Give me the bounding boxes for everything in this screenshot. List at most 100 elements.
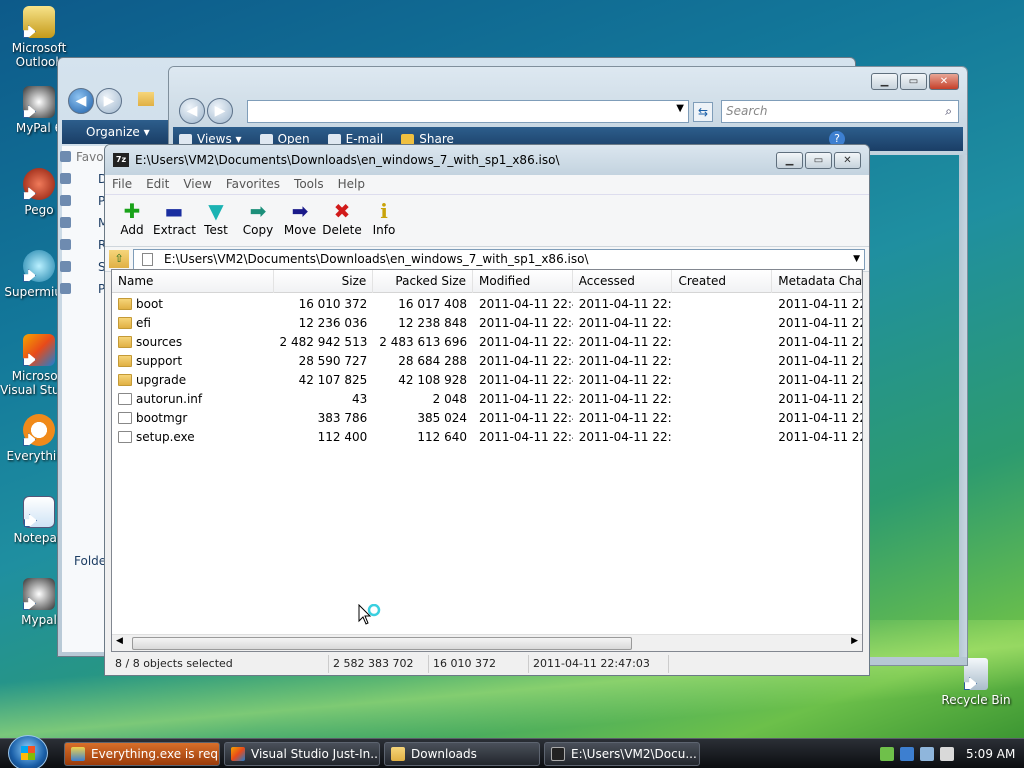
cell-packed: 112 640	[417, 429, 468, 444]
extract-button[interactable]: ▬ Extract	[153, 199, 196, 237]
test-button[interactable]: ▼ Test	[195, 199, 237, 237]
menu-view[interactable]: View	[176, 175, 218, 194]
cell-packed: 12 238 848	[398, 315, 468, 330]
scrollbar-thumb[interactable]	[132, 637, 632, 650]
column-header-size[interactable]: Size	[274, 270, 374, 293]
cell-mod: 2011-04-11 22:47	[479, 353, 573, 368]
chevron-down-icon[interactable]: ▼	[676, 103, 684, 114]
table-row[interactable]: bootmgr 383 786 385 024 2011-04-11 22:47 201…	[112, 408, 862, 427]
cell-name: support	[112, 354, 274, 368]
column-header-accessed[interactable]: Accessed	[573, 270, 673, 293]
visual-studio-icon	[231, 747, 245, 761]
status-selection: 8 / 8 objects selected	[111, 655, 329, 673]
scroll-right-icon[interactable]: ▶	[851, 636, 858, 646]
email-icon	[327, 133, 341, 145]
table-row[interactable]: autorun.inf 43 2 048 2011-04-11 22:47 2011-0…	[112, 389, 862, 408]
cell-acc: 2011-04-11 22:47	[578, 296, 673, 311]
horizontal-scrollbar[interactable]: ◀ ▶	[112, 634, 862, 651]
folder-icon	[391, 747, 405, 761]
organize-menu[interactable]: Organize ▾	[70, 125, 150, 139]
cell-name: bootmgr	[112, 411, 274, 425]
scroll-left-icon[interactable]: ◀	[116, 636, 123, 646]
taskbar-item-downloads[interactable]: Downloads	[384, 742, 540, 766]
cell-size: 2 482 942 513	[279, 334, 368, 349]
delete-button[interactable]: ✖ Delete	[321, 199, 363, 237]
cell-name: autorun.inf	[112, 392, 274, 406]
desktop-icon-label: Pego	[24, 203, 54, 217]
table-row[interactable]: boot 16 010 372 16 017 408 2011-04-11 22:47…	[112, 294, 862, 313]
forward-button[interactable]: ▶	[207, 98, 233, 124]
notepad-icon	[23, 496, 55, 528]
column-header-name[interactable]: Name	[112, 270, 274, 293]
close-button[interactable]: ✕	[834, 152, 861, 169]
cell-size: 16 010 372	[298, 296, 368, 311]
cell-meta: 2011-04-11 22:4	[778, 372, 862, 387]
menu-edit[interactable]: Edit	[139, 175, 176, 194]
start-button[interactable]	[8, 735, 48, 768]
forward-button[interactable]: ▶	[96, 88, 122, 114]
column-header-packed-size[interactable]: Packed Size	[373, 270, 474, 293]
menu-help[interactable]: Help	[331, 175, 372, 194]
cell-meta: 2011-04-11 22:4	[778, 334, 862, 349]
security-icon[interactable]	[900, 747, 914, 761]
cell-acc: 2011-04-11 22:47	[578, 410, 673, 425]
file-list[interactable]: Name Size Packed Size Modified Accessed …	[111, 269, 863, 652]
frame-right	[959, 155, 967, 665]
copy-button[interactable]: ➡ Copy	[237, 199, 279, 237]
taskbar-item-sevenzip[interactable]: E:\Users\VM2\Docu...	[544, 742, 700, 766]
cell-size: 42 107 825	[298, 372, 368, 387]
info-button[interactable]: i Info	[363, 199, 405, 237]
maximize-button[interactable]: ▭	[900, 73, 927, 90]
minimize-button[interactable]: ▁	[776, 152, 803, 169]
desktop-icon-label: Mypal	[21, 613, 57, 627]
address-bar[interactable]: ▼	[247, 100, 689, 123]
add-button[interactable]: ✚ Add	[111, 199, 153, 237]
search-input[interactable]: Search ⌕	[721, 100, 959, 123]
close-button[interactable]: ✕	[929, 73, 959, 90]
file-icon	[118, 392, 132, 405]
table-row[interactable]: support 28 590 727 28 684 288 2011-04-11 22…	[112, 351, 862, 370]
search-icon: ⌕	[945, 104, 952, 118]
cell-packed: 42 108 928	[398, 372, 468, 387]
table-row[interactable]: upgrade 42 107 825 42 108 928 2011-04-11 22…	[112, 370, 862, 389]
column-header-modified[interactable]: Modified	[473, 270, 573, 293]
taskbar-item-everything[interactable]: Everything.exe is req...	[64, 742, 220, 766]
column-header-metadata-changed[interactable]: Metadata Cha...	[772, 270, 862, 293]
cell-mod: 2011-04-11 22:47	[479, 296, 573, 311]
cell-packed: 28 684 288	[398, 353, 468, 368]
folder-icon	[118, 373, 132, 386]
visual-studio-icon	[23, 334, 55, 366]
cell-meta: 2011-04-11 22:4	[778, 315, 862, 330]
menu-file[interactable]: File	[105, 175, 139, 194]
clock[interactable]: 5:09 AM	[966, 747, 1015, 761]
mypal-icon	[23, 86, 55, 118]
chevron-down-icon[interactable]: ▼	[853, 250, 860, 269]
file-icon	[142, 252, 153, 266]
maximize-button[interactable]: ▭	[805, 152, 832, 169]
back-button[interactable]: ◀	[179, 98, 205, 124]
taskbar-item-visual-studio[interactable]: Visual Studio Just-In...	[224, 742, 380, 766]
table-row[interactable]: sources 2 482 942 513 2 483 613 696 2011-04…	[112, 332, 862, 351]
path-input[interactable]: E:\Users\VM2\Documents\Downloads\en_wind…	[133, 248, 865, 270]
cell-meta: 2011-04-11 22:4	[778, 391, 862, 406]
minimize-button[interactable]: ▁	[871, 73, 898, 90]
column-header-row: Name Size Packed Size Modified Accessed …	[112, 270, 862, 293]
back-button[interactable]: ◀	[68, 88, 94, 114]
folder-up-icon[interactable]: ⇧	[109, 250, 129, 268]
menu-tools[interactable]: Tools	[287, 175, 331, 194]
title-bar[interactable]: 7z E:\Users\VM2\Documents\Downloads\en_w…	[105, 145, 869, 175]
cell-mod: 2011-04-11 22:47	[479, 410, 573, 425]
network-icon[interactable]	[880, 747, 894, 761]
move-button[interactable]: ➡ Move	[279, 199, 321, 237]
display-icon[interactable]	[920, 747, 934, 761]
volume-muted-icon[interactable]	[940, 747, 954, 761]
sevenzip-logo-icon: 7z	[113, 153, 129, 167]
refresh-icon[interactable]: ⇆	[693, 102, 713, 122]
table-row[interactable]: setup.exe 112 400 112 640 2011-04-11 22:47 2…	[112, 427, 862, 446]
column-header-created[interactable]: Created	[672, 270, 773, 293]
sevenzip-window[interactable]: 7z E:\Users\VM2\Documents\Downloads\en_w…	[104, 144, 870, 676]
menu-favorites[interactable]: Favorites	[219, 175, 287, 194]
folders-label[interactable]: Folde	[74, 554, 106, 568]
table-row[interactable]: efi 12 236 036 12 238 848 2011-04-11 22:47 2…	[112, 313, 862, 332]
cell-acc: 2011-04-11 22:47	[578, 391, 673, 406]
